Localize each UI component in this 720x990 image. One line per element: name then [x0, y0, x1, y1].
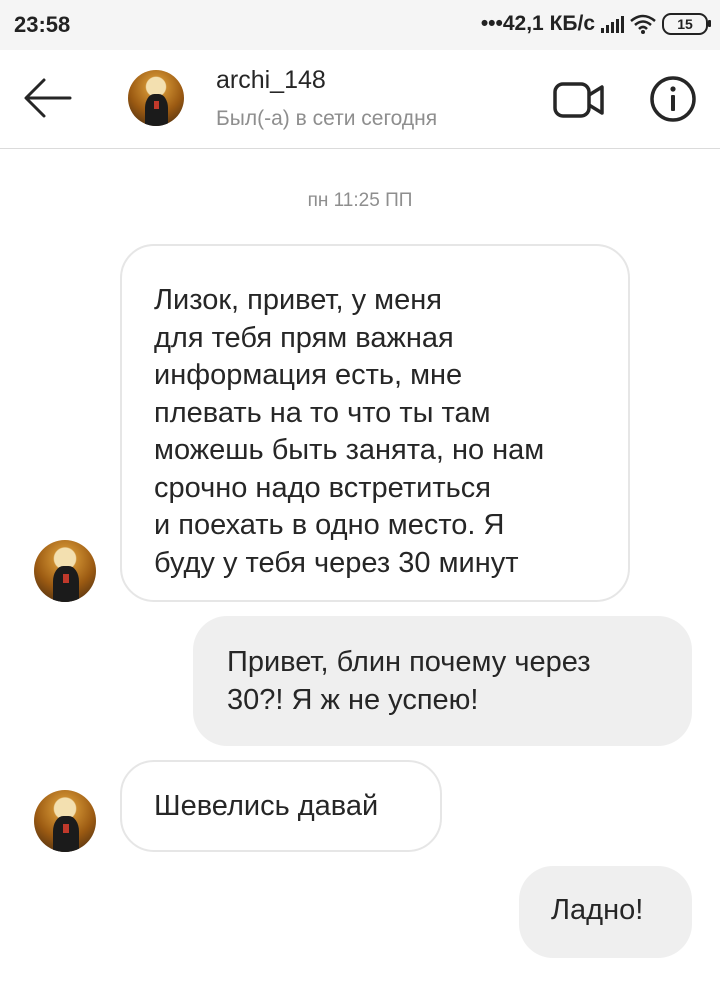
- network-speed: •••42,1 КБ/с: [480, 12, 595, 35]
- message-text: Лизок, привет, у меня для тебя прям важна…: [154, 284, 545, 579]
- sender-avatar[interactable]: [34, 540, 96, 602]
- contact-username[interactable]: archi_148: [216, 66, 326, 95]
- battery-icon: 15: [662, 13, 711, 35]
- incoming-message-bubble[interactable]: Лизок, привет, у меня для тебя прям важна…: [120, 244, 630, 602]
- message-timestamp: пн 11:25 ПП: [307, 190, 413, 211]
- message-text: Ладно!: [551, 894, 644, 926]
- incoming-message-bubble[interactable]: Шевелись давай: [120, 760, 442, 852]
- back-arrow-icon[interactable]: [22, 76, 74, 120]
- signal-icon: [601, 15, 624, 33]
- message-text: Шевелись давай: [154, 790, 379, 822]
- sender-avatar[interactable]: [34, 790, 96, 852]
- contact-avatar[interactable]: [128, 70, 184, 126]
- status-indicators: •••42,1 КБ/с 15: [480, 12, 711, 36]
- outgoing-message-bubble[interactable]: Ладно!: [519, 866, 692, 958]
- battery-level: 15: [677, 16, 693, 32]
- info-icon[interactable]: [648, 74, 698, 124]
- chat-header: archi_148 Был(-а) в сети сегодня: [0, 50, 720, 149]
- video-call-icon[interactable]: [552, 80, 608, 120]
- outgoing-message-bubble[interactable]: Привет, блин почему через 30?! Я ж не усп…: [193, 616, 692, 746]
- status-time: 23:58: [14, 12, 71, 37]
- message-text: Привет, блин почему через 30?! Я ж не усп…: [227, 646, 591, 716]
- status-bar: 23:58 •••42,1 КБ/с 15: [0, 0, 720, 50]
- wifi-icon: [630, 14, 656, 34]
- contact-activity-status: Был(-а) в сети сегодня: [216, 107, 438, 130]
